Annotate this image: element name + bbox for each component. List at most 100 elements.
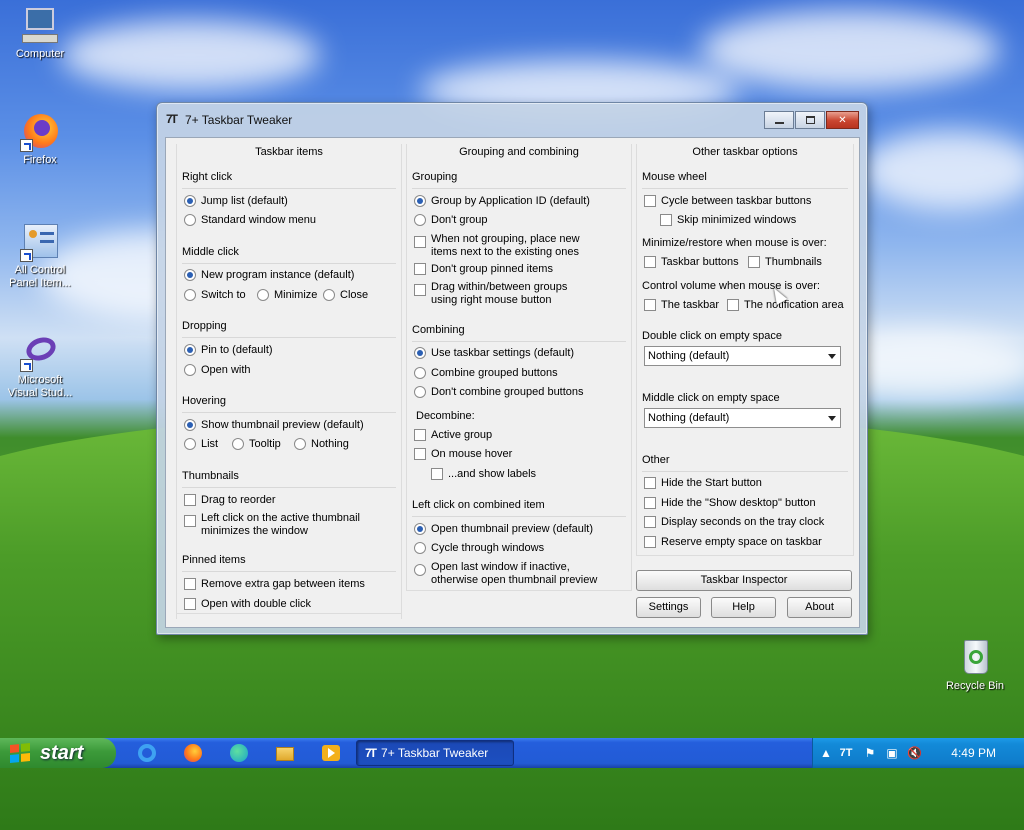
radio-dont-group[interactable]: Don't group (414, 214, 488, 227)
checkbox-place-new-items[interactable]: When not grouping, place new items next … (414, 233, 594, 259)
desktop-icon-label: All Control Panel Item... (9, 264, 71, 289)
show-hidden-icons-chevron-icon[interactable]: ▲ (819, 746, 833, 760)
radio-switch-to[interactable]: Switch to (184, 289, 246, 302)
volume-muted-icon[interactable]: 🔇 (907, 746, 922, 760)
checkbox-skip-minimized[interactable]: Skip minimized windows (660, 214, 796, 227)
desktop-icon-firefox[interactable]: Firefox (0, 112, 80, 167)
radio-cycle-through-windows[interactable]: Cycle through windows (414, 542, 544, 555)
firefox-quicklaunch-icon[interactable] (184, 744, 202, 762)
taskbar-tweaker-tray-icon[interactable]: 7T (839, 746, 853, 760)
about-button[interactable]: About (787, 597, 852, 618)
desktop-icon-recycle-bin[interactable]: Recycle Bin (935, 638, 1015, 693)
checkbox-minrestore-taskbar-buttons[interactable]: Taskbar buttons (644, 256, 739, 269)
maximize-button[interactable] (795, 111, 825, 129)
action-center-flag-icon[interactable]: ⚑ (863, 746, 877, 760)
checkbox-show-labels[interactable]: ...and show labels (431, 468, 536, 481)
close-icon: ✕ (838, 114, 847, 126)
radio-list[interactable]: List (184, 438, 218, 451)
checkbox-cycle-taskbar-buttons[interactable]: Cycle between taskbar buttons (644, 195, 811, 208)
radio-jump-list[interactable]: Jump list (default) (184, 195, 288, 208)
checkbox (660, 214, 672, 226)
desktop-icon-visual-studio[interactable]: Microsoft Visual Stud... (0, 332, 80, 400)
checkbox-display-seconds[interactable]: Display seconds on the tray clock (644, 516, 824, 529)
radio-close[interactable]: Close (323, 289, 368, 302)
radio (184, 289, 196, 301)
folder-icon[interactable] (276, 744, 294, 762)
checkbox-volume-notification-area[interactable]: The notification area (727, 299, 844, 312)
radio-nothing[interactable]: Nothing (294, 438, 349, 451)
media-player-icon[interactable] (322, 744, 340, 762)
radio-pin-to[interactable]: Pin to (default) (184, 344, 273, 357)
radio-selected (414, 523, 426, 535)
checkbox-drag-right-mouse[interactable]: Drag within/between groups using right m… (414, 281, 584, 307)
checkbox-left-click-minimizes[interactable]: Left click on the active thumbnail minim… (184, 512, 384, 538)
checkbox-hide-start-button[interactable]: Hide the Start button (644, 477, 762, 490)
checkbox (644, 195, 656, 207)
checkbox-on-mouse-hover[interactable]: On mouse hover (414, 448, 512, 461)
grouping-combining-column: Grouping and combining Grouping Group by… (406, 144, 632, 591)
checkbox (184, 578, 196, 590)
radio-use-taskbar-settings[interactable]: Use taskbar settings (default) (414, 347, 574, 360)
minimize-button[interactable] (764, 111, 794, 129)
control-panel-icon (20, 222, 60, 262)
radio (232, 438, 244, 450)
checkbox (644, 536, 656, 548)
shortcut-arrow-icon (20, 139, 33, 152)
radio-standard-window-menu[interactable]: Standard window menu (184, 214, 316, 227)
checkbox-hide-show-desktop[interactable]: Hide the "Show desktop" button (644, 497, 816, 510)
radio (323, 289, 335, 301)
checkbox (644, 477, 656, 489)
dropdown-arrow-icon (828, 354, 836, 359)
checkbox-reserve-empty-space[interactable]: Reserve empty space on taskbar (644, 536, 822, 549)
double-click-dropdown[interactable]: Nothing (default) (644, 346, 841, 366)
checkbox (644, 256, 656, 268)
edge-icon[interactable] (230, 744, 248, 762)
column-header: Other taskbar options (692, 146, 798, 158)
start-label: start (40, 742, 84, 764)
section-title-right-click: Right click (182, 171, 233, 183)
checkbox-open-with-double-click[interactable]: Open with double click (184, 598, 311, 611)
radio-selected (414, 347, 426, 359)
internet-explorer-icon[interactable] (138, 744, 156, 762)
checkbox-volume-taskbar[interactable]: The taskbar (644, 299, 719, 312)
tray-clock[interactable]: 4:49 PM (951, 738, 996, 768)
radio-new-program-instance[interactable]: New program instance (default) (184, 269, 354, 282)
desktop-icon-computer[interactable]: Computer (0, 6, 80, 61)
radio-tooltip[interactable]: Tooltip (232, 438, 281, 451)
firefox-icon (20, 112, 60, 152)
desktop-icon-control-panel[interactable]: All Control Panel Item... (0, 222, 80, 290)
checkbox-active-group[interactable]: Active group (414, 429, 492, 442)
radio-show-thumbnail-preview[interactable]: Show thumbnail preview (default) (184, 419, 364, 432)
radio-dont-combine[interactable]: Don't combine grouped buttons (414, 386, 584, 399)
radio-open-thumbnail-preview[interactable]: Open thumbnail preview (default) (414, 523, 593, 536)
section-title-pinned-items: Pinned items (182, 554, 246, 566)
section-title-middle-click-empty: Middle click on empty space (642, 392, 780, 404)
close-button[interactable]: ✕ (826, 111, 859, 129)
title-bar[interactable]: 7T 7+ Taskbar Tweaker ✕ (157, 103, 867, 137)
radio-minimize[interactable]: Minimize (257, 289, 317, 302)
checkbox (644, 497, 656, 509)
shortcut-arrow-icon (20, 359, 33, 372)
start-button[interactable]: start (0, 738, 116, 768)
checkbox-minrestore-thumbnails[interactable]: Thumbnails (748, 256, 822, 269)
checkbox-drag-to-reorder[interactable]: Drag to reorder (184, 494, 276, 507)
checkbox (431, 468, 443, 480)
network-icon[interactable]: ▣ (885, 746, 899, 760)
checkbox (644, 299, 656, 311)
checkbox-dont-group-pinned[interactable]: Don't group pinned items (414, 263, 553, 276)
app-icon: 7T (166, 112, 178, 126)
radio-open-with[interactable]: Open with (184, 364, 251, 377)
settings-button[interactable]: Settings (636, 597, 701, 618)
radio-combine-grouped[interactable]: Combine grouped buttons (414, 367, 558, 380)
radio (414, 542, 426, 554)
checkbox (644, 516, 656, 528)
radio-group-by-app-id[interactable]: Group by Application ID (default) (414, 195, 590, 208)
shortcut-arrow-icon (20, 249, 33, 262)
taskbar-button-taskbar-tweaker[interactable]: 7T 7+ Taskbar Tweaker (356, 740, 514, 766)
radio-open-last-window[interactable]: Open last window if inactive, otherwise … (414, 561, 614, 587)
checkbox-remove-extra-gap[interactable]: Remove extra gap between items (184, 578, 365, 591)
middle-click-dropdown[interactable]: Nothing (default) (644, 408, 841, 428)
app-icon: 7T (365, 746, 377, 760)
taskbar-inspector-button[interactable]: Taskbar Inspector (636, 570, 852, 591)
help-button[interactable]: Help (711, 597, 776, 618)
